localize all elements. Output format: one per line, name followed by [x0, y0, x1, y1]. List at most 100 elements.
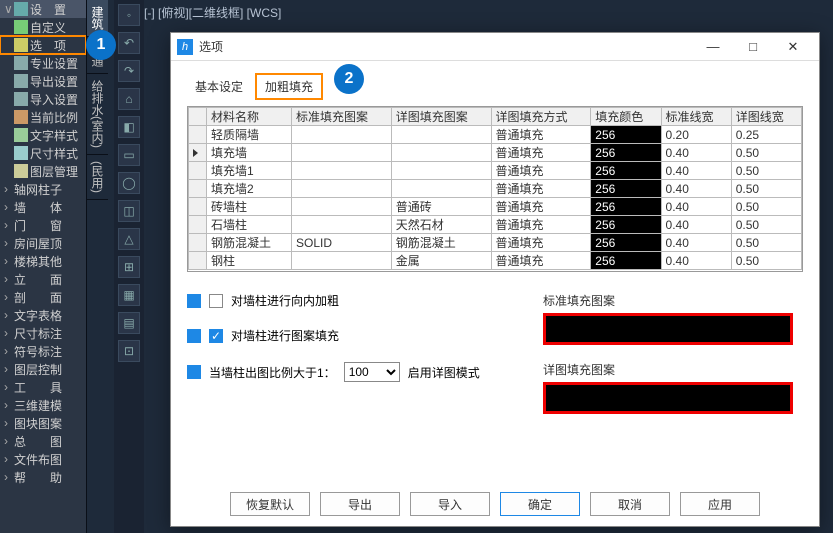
- table-cell[interactable]: 0.25: [731, 126, 801, 144]
- table-cell[interactable]: 0.50: [731, 144, 801, 162]
- tool-button[interactable]: ⊞: [118, 256, 140, 278]
- table-cell[interactable]: 0.50: [731, 216, 801, 234]
- tool-button[interactable]: △: [118, 228, 140, 250]
- sidebar-item[interactable]: ›图层控制: [0, 360, 86, 378]
- table-cell[interactable]: [292, 180, 392, 198]
- sidebar-item[interactable]: ›文字表格: [0, 306, 86, 324]
- table-row[interactable]: 填充墙2普通填充2560.400.50: [189, 180, 802, 198]
- table-cell[interactable]: 砖墙柱: [207, 198, 292, 216]
- sidebar-item[interactable]: ›尺寸标注: [0, 324, 86, 342]
- table-cell[interactable]: [292, 198, 392, 216]
- ok-button[interactable]: 确定: [500, 492, 580, 516]
- table-cell[interactable]: 0.40: [661, 198, 731, 216]
- scale-select[interactable]: 100: [344, 362, 400, 382]
- table-cell[interactable]: 普通填充: [491, 180, 591, 198]
- table-cell[interactable]: [292, 252, 392, 270]
- table-cell[interactable]: 填充墙1: [207, 162, 292, 180]
- table-cell[interactable]: 轻质隔墙: [207, 126, 292, 144]
- table-row[interactable]: 填充墙1普通填充2560.400.50: [189, 162, 802, 180]
- table-cell[interactable]: [292, 162, 392, 180]
- sidebar-item[interactable]: 选 项: [0, 36, 86, 54]
- table-cell[interactable]: 256: [591, 216, 661, 234]
- sidebar-item[interactable]: 导出设置: [0, 72, 86, 90]
- table-cell[interactable]: 普通填充: [491, 198, 591, 216]
- table-cell[interactable]: [292, 144, 392, 162]
- table-cell[interactable]: 普通填充: [491, 162, 591, 180]
- materials-table[interactable]: 材料名称标准填充图案详图填充图案详图填充方式填充颜色标准线宽详图线宽轻质隔墙普通…: [188, 107, 802, 270]
- table-header[interactable]: 详图线宽: [731, 108, 801, 126]
- table-cell[interactable]: 石墙柱: [207, 216, 292, 234]
- tab-bold-fill[interactable]: 加粗填充: [255, 73, 323, 100]
- table-cell[interactable]: 256: [591, 198, 661, 216]
- close-button[interactable]: ✕: [773, 34, 813, 60]
- tool-button[interactable]: ▭: [118, 144, 140, 166]
- sidebar-item[interactable]: ›墙 体: [0, 198, 86, 216]
- tool-button[interactable]: ↷: [118, 60, 140, 82]
- table-cell[interactable]: 普通砖: [391, 198, 491, 216]
- table-cell[interactable]: 0.40: [661, 216, 731, 234]
- sidebar-item[interactable]: ›剖 面: [0, 288, 86, 306]
- tool-button[interactable]: ◫: [118, 200, 140, 222]
- minimize-button[interactable]: —: [693, 34, 733, 60]
- table-cell[interactable]: 256: [591, 144, 661, 162]
- sidebar-item[interactable]: ›立 面: [0, 270, 86, 288]
- table-cell[interactable]: 0.40: [661, 180, 731, 198]
- table-header[interactable]: 材料名称: [207, 108, 292, 126]
- tool-button[interactable]: ⌂: [118, 88, 140, 110]
- sidebar-item[interactable]: 当前比例: [0, 108, 86, 126]
- table-cell[interactable]: 金属: [391, 252, 491, 270]
- export-button[interactable]: 导出: [320, 492, 400, 516]
- table-cell[interactable]: [391, 126, 491, 144]
- tool-button[interactable]: ▦: [118, 284, 140, 306]
- sidebar-item[interactable]: 尺寸样式: [0, 144, 86, 162]
- checkbox-inner-bold[interactable]: [209, 294, 223, 308]
- tool-button[interactable]: ◧: [118, 116, 140, 138]
- table-cell[interactable]: 0.20: [661, 126, 731, 144]
- sidebar-item[interactable]: ›三维建模: [0, 396, 86, 414]
- sidebar-item[interactable]: ›帮 助: [0, 468, 86, 486]
- checkbox-pattern-fill[interactable]: ✓: [209, 329, 223, 343]
- table-cell[interactable]: 256: [591, 126, 661, 144]
- table-cell[interactable]: 普通填充: [491, 234, 591, 252]
- sidebar-item[interactable]: ›工 具: [0, 378, 86, 396]
- sidebar-item[interactable]: ›图块图案: [0, 414, 86, 432]
- restore-defaults-button[interactable]: 恢复默认: [230, 492, 310, 516]
- vertical-tab[interactable]: 给排水(室内): [87, 74, 108, 155]
- table-cell[interactable]: 钢筋混凝土: [391, 234, 491, 252]
- table-cell[interactable]: [391, 162, 491, 180]
- vertical-tab[interactable]: (民用): [87, 155, 108, 200]
- table-cell[interactable]: 普通填充: [491, 144, 591, 162]
- cancel-button[interactable]: 取消: [590, 492, 670, 516]
- maximize-button[interactable]: □: [733, 34, 773, 60]
- sidebar-item[interactable]: 自定义: [0, 18, 86, 36]
- table-cell[interactable]: 0.50: [731, 252, 801, 270]
- table-cell[interactable]: 0.40: [661, 162, 731, 180]
- apply-button[interactable]: 应用: [680, 492, 760, 516]
- table-header[interactable]: 详图填充方式: [491, 108, 591, 126]
- table-cell[interactable]: 0.50: [731, 180, 801, 198]
- table-header[interactable]: 标准填充图案: [292, 108, 392, 126]
- table-cell[interactable]: 0.40: [661, 144, 731, 162]
- table-cell[interactable]: 填充墙2: [207, 180, 292, 198]
- sidebar-item[interactable]: ›房间屋顶: [0, 234, 86, 252]
- import-button[interactable]: 导入: [410, 492, 490, 516]
- table-row[interactable]: 石墙柱天然石材普通填充2560.400.50: [189, 216, 802, 234]
- sidebar-item[interactable]: ›符号标注: [0, 342, 86, 360]
- sidebar-item[interactable]: 图层管理: [0, 162, 86, 180]
- table-row[interactable]: 轻质隔墙普通填充2560.200.25: [189, 126, 802, 144]
- table-cell[interactable]: SOLID: [292, 234, 392, 252]
- table-cell[interactable]: [391, 180, 491, 198]
- table-cell[interactable]: 天然石材: [391, 216, 491, 234]
- det-preview-box[interactable]: [543, 382, 793, 414]
- table-row[interactable]: 钢筋混凝土SOLID钢筋混凝土普通填充2560.400.50: [189, 234, 802, 252]
- table-cell[interactable]: 0.50: [731, 198, 801, 216]
- table-cell[interactable]: 0.50: [731, 162, 801, 180]
- std-preview-box[interactable]: [543, 313, 793, 345]
- table-cell[interactable]: 256: [591, 234, 661, 252]
- sidebar-item[interactable]: 文字样式: [0, 126, 86, 144]
- table-cell[interactable]: [391, 144, 491, 162]
- sidebar-item[interactable]: ›楼梯其他: [0, 252, 86, 270]
- tab-basic[interactable]: 基本设定: [187, 75, 251, 98]
- tool-button[interactable]: ↶: [118, 32, 140, 54]
- sidebar-item[interactable]: ›文件布图: [0, 450, 86, 468]
